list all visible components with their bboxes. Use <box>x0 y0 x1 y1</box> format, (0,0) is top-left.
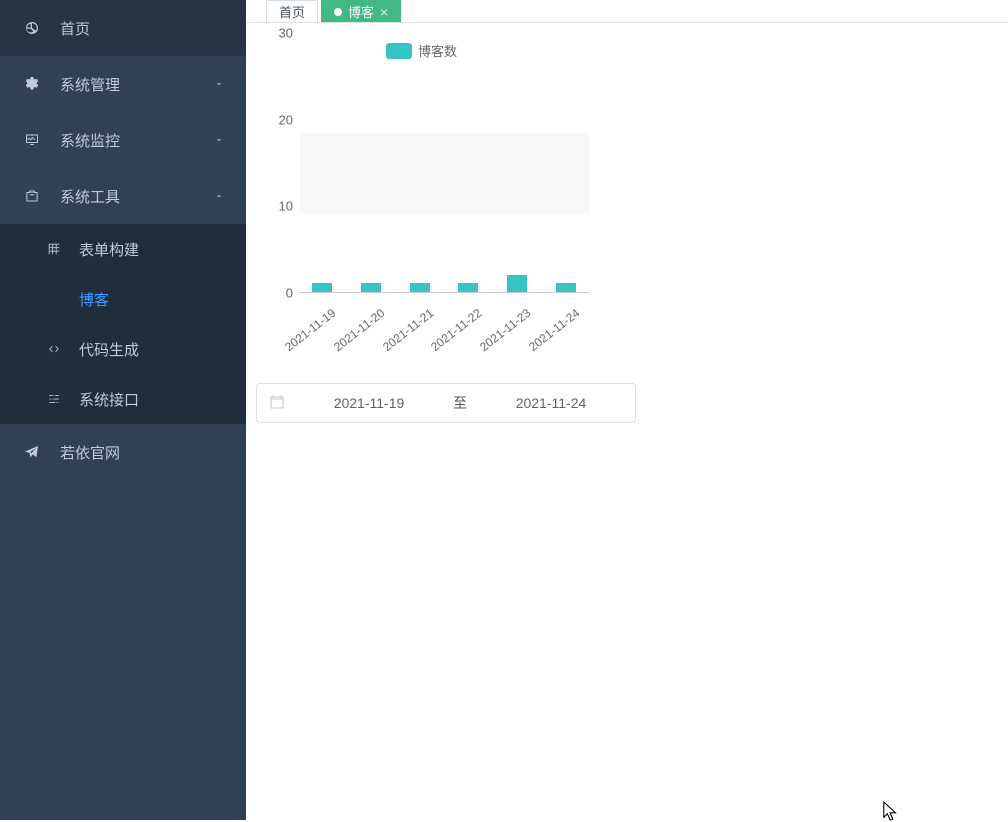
sliders-icon <box>45 387 63 411</box>
date-end: 2021-11-24 <box>479 395 623 411</box>
code-icon <box>45 337 63 361</box>
sidebar-item-label: 代码生成 <box>79 339 226 360</box>
chart-bar[interactable] <box>507 275 527 292</box>
sidebar-item-label: 系统接口 <box>79 389 226 410</box>
date-range-picker[interactable]: 2021-11-19 至 2021-11-24 <box>256 383 636 423</box>
chart-bars <box>298 33 590 293</box>
sidebar-item-blog[interactable]: 博客 <box>0 274 246 324</box>
sidebar-item-system-tools[interactable]: 系统工具 <box>0 168 246 224</box>
sidebar-submenu-tools: 表单构建 博客 代码生成 系统接口 <box>0 224 246 424</box>
y-tick: 10 <box>279 199 293 214</box>
monitor-icon <box>20 128 44 152</box>
sidebar-item-form-builder[interactable]: 表单构建 <box>0 224 246 274</box>
tab-home[interactable]: 首页 <box>266 0 318 22</box>
sidebar-item-label: 系统工具 <box>60 186 212 207</box>
chevron-down-icon <box>212 77 226 91</box>
tab-label: 首页 <box>279 2 305 21</box>
tab-label: 博客 <box>348 2 374 21</box>
chart-container: 博客数 30 20 10 0 2021-11-192021-11-202021-… <box>246 23 1008 363</box>
sidebar-item-system-manage[interactable]: 系统管理 <box>0 56 246 112</box>
date-start: 2021-11-19 <box>297 395 441 411</box>
toolbox-icon <box>20 184 44 208</box>
sidebar: 首页 系统管理 系统监控 系统工具 表单构建 <box>0 0 246 820</box>
gear-icon <box>20 72 44 96</box>
sidebar-item-website[interactable]: 若依官网 <box>0 424 246 480</box>
close-icon[interactable]: × <box>380 5 388 19</box>
main-area: 首页 博客 × 博客数 30 20 10 0 2021-11-1 <box>246 0 1008 820</box>
chart-bar[interactable] <box>556 283 576 292</box>
sidebar-item-label: 若依官网 <box>60 442 226 463</box>
sidebar-item-system-monitor[interactable]: 系统监控 <box>0 112 246 168</box>
chart-bar[interactable] <box>361 283 381 292</box>
tab-bar: 首页 博客 × <box>246 0 1008 23</box>
chart-bar[interactable] <box>458 283 478 292</box>
active-dot-icon <box>334 8 342 16</box>
sidebar-item-code-gen[interactable]: 代码生成 <box>0 324 246 374</box>
x-axis: 2021-11-192021-11-202021-11-212021-11-22… <box>298 299 590 349</box>
chevron-up-icon <box>212 189 226 203</box>
sidebar-item-home[interactable]: 首页 <box>0 0 246 56</box>
y-tick: 30 <box>279 26 293 41</box>
y-tick: 20 <box>279 112 293 127</box>
sidebar-item-label: 系统管理 <box>60 74 212 95</box>
sidebar-item-label: 首页 <box>60 18 226 39</box>
paper-plane-icon <box>20 440 44 464</box>
sidebar-item-system-api[interactable]: 系统接口 <box>0 374 246 424</box>
bar-chart: 博客数 30 20 10 0 2021-11-192021-11-202021-… <box>256 33 596 363</box>
sidebar-item-label: 表单构建 <box>79 239 226 260</box>
chart-bar[interactable] <box>410 283 430 292</box>
dashboard-icon <box>20 16 44 40</box>
tab-blog[interactable]: 博客 × <box>321 0 401 22</box>
y-axis: 30 20 10 0 <box>276 33 296 293</box>
x-tick: 2021-11-24 <box>560 299 607 351</box>
chart-bar[interactable] <box>312 283 332 292</box>
calendar-icon <box>269 394 285 413</box>
y-tick: 0 <box>286 286 293 301</box>
date-separator: 至 <box>453 393 467 413</box>
sidebar-item-label: 系统监控 <box>60 130 212 151</box>
blank-icon <box>45 287 63 311</box>
chevron-down-icon <box>212 133 226 147</box>
sidebar-item-label: 博客 <box>79 289 226 310</box>
chart-plot: 30 20 10 0 2021-11-192021-11-202021-11-2… <box>276 33 586 313</box>
grid-icon <box>45 237 63 261</box>
